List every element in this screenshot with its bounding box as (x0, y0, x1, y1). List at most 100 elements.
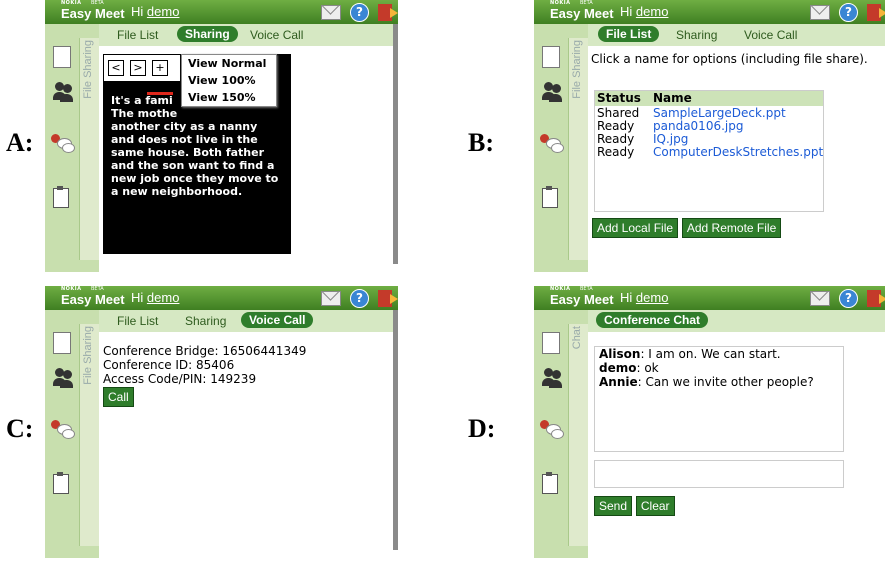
file-list-content: Click a name for options (including file… (588, 46, 885, 272)
user-link[interactable]: demo (147, 4, 180, 19)
people-icon[interactable] (542, 368, 562, 388)
sidebar: Chat (534, 310, 589, 558)
clipboard-icon[interactable] (542, 186, 558, 208)
brand-logo: NOKIA BETA Easy Meet (550, 286, 614, 307)
tab-file-list[interactable]: File List (117, 28, 158, 42)
tab-sharing[interactable]: Sharing (177, 26, 238, 42)
table-row: Ready panda0106.jpg (597, 119, 744, 133)
chat-icon[interactable] (51, 420, 75, 440)
access-code: Access Code/PIN: 149239 (103, 372, 257, 386)
document-icon[interactable] (542, 332, 560, 354)
add-local-file-button[interactable]: Add Local File (592, 218, 679, 238)
chat-log: Alison: I am on. We can start. demo: ok … (594, 346, 844, 452)
help-icon[interactable]: ? (350, 289, 369, 308)
document-icon[interactable] (53, 46, 71, 68)
exit-icon[interactable] (378, 4, 398, 21)
pointer-mark (147, 92, 173, 95)
zoom-button[interactable]: + (152, 60, 168, 76)
sidebar: File Sharing (534, 24, 589, 272)
mail-icon[interactable] (810, 5, 830, 20)
exit-icon[interactable] (378, 290, 398, 307)
mail-icon[interactable] (810, 291, 830, 306)
table-header: Status Name (595, 91, 823, 106)
table-row: Shared SampleLargeDeck.ppt (597, 106, 786, 120)
menu-item-view-150[interactable]: View 150% (182, 89, 276, 106)
help-icon[interactable]: ? (350, 3, 369, 22)
user-link[interactable]: demo (636, 290, 669, 305)
file-sharing-tab[interactable]: File Sharing (79, 38, 100, 260)
chat-icon[interactable] (540, 420, 564, 440)
tab-bar: File List Sharing Voice Call (99, 310, 398, 332)
brand-logo: NOKIA BETA Easy Meet (61, 286, 125, 307)
people-icon[interactable] (53, 368, 73, 388)
people-icon[interactable] (53, 82, 73, 102)
conference-info: Conference Bridge: 16506441349 Conferenc… (103, 344, 306, 407)
menu-item-view-normal[interactable]: View Normal (182, 55, 276, 72)
tab-sharing[interactable]: Sharing (676, 28, 717, 42)
people-icon[interactable] (542, 82, 562, 102)
call-button[interactable]: Call (103, 387, 134, 407)
send-button[interactable]: Send (594, 496, 633, 516)
chat-message: demo: ok (599, 361, 659, 375)
app-header: NOKIA BETA Easy Meet Hi demo ? (534, 0, 885, 24)
file-sharing-tab[interactable]: File Sharing (568, 38, 589, 260)
greeting: Hi demo (620, 290, 669, 305)
tab-sharing[interactable]: Sharing (185, 314, 226, 328)
slide-nav: < > + (103, 54, 181, 82)
tab-file-list[interactable]: File List (598, 26, 660, 42)
tab-bar: File List Sharing Voice Call (588, 24, 885, 46)
app-header: NOKIA BETA Easy Meet Hi demo ? (45, 286, 398, 310)
exit-icon[interactable] (867, 290, 885, 307)
mail-icon[interactable] (321, 5, 341, 20)
clipboard-icon[interactable] (53, 186, 69, 208)
mail-icon[interactable] (321, 291, 341, 306)
add-remote-file-button[interactable]: Add Remote File (681, 218, 782, 238)
tab-voice-call[interactable]: Voice Call (241, 312, 314, 328)
file-link[interactable]: SampleLargeDeck.ppt (653, 106, 786, 120)
chat-tab[interactable]: Chat (568, 324, 589, 546)
table-row: Ready ComputerDeskStretches.ppt (597, 145, 824, 159)
app-header: NOKIA BETA Easy Meet Hi demo ? (45, 0, 398, 24)
clipboard-icon[interactable] (53, 472, 69, 494)
clear-button[interactable]: Clear (635, 496, 675, 516)
panel-c-voice-call: NOKIA BETA Easy Meet Hi demo ? File Shari… (45, 286, 398, 558)
instruction-text: Click a name for options (including file… (591, 52, 868, 66)
brand-logo: NOKIA BETA Easy Meet (550, 0, 614, 21)
file-link[interactable]: panda0106.jpg (653, 119, 743, 133)
tab-file-list[interactable]: File List (117, 314, 158, 328)
scrollbar[interactable] (393, 310, 398, 550)
panel-d-chat: NOKIA BETA Easy Meet Hi demo ? Chat Confe… (534, 286, 885, 558)
bridge-number: Conference Bridge: 16506441349 (103, 344, 307, 358)
greeting: Hi demo (131, 4, 180, 19)
chat-icon[interactable] (51, 134, 75, 154)
file-link[interactable]: ComputerDeskStretches.ppt (653, 145, 823, 159)
chat-input[interactable] (594, 460, 844, 488)
chat-icon[interactable] (540, 134, 564, 154)
next-button[interactable]: > (130, 60, 146, 76)
tab-voice-call[interactable]: Voice Call (744, 28, 797, 42)
file-link[interactable]: IQ.jpg (653, 132, 688, 146)
label-c: C: (6, 414, 34, 443)
clipboard-icon[interactable] (542, 472, 558, 494)
prev-button[interactable]: < (108, 60, 124, 76)
chat-message: Alison: I am on. We can start. (599, 347, 781, 361)
scrollbar[interactable] (393, 24, 398, 264)
slide-text: It's a fami The mothe another city as a … (111, 94, 279, 198)
tab-conference-chat[interactable]: Conference Chat (596, 312, 709, 328)
label-a: A: (6, 128, 34, 157)
menu-item-view-100[interactable]: View 100% (182, 72, 276, 89)
sharing-content: It's a fami The mothe another city as a … (99, 46, 398, 272)
user-link[interactable]: demo (636, 4, 669, 19)
user-link[interactable]: demo (147, 290, 180, 305)
chat-content: Alison: I am on. We can start. demo: ok … (588, 332, 885, 558)
help-icon[interactable]: ? (839, 289, 858, 308)
help-icon[interactable]: ? (839, 3, 858, 22)
document-icon[interactable] (53, 332, 71, 354)
file-sharing-tab[interactable]: File Sharing (79, 324, 100, 546)
exit-icon[interactable] (867, 4, 885, 21)
conference-id: Conference ID: 85406 (103, 358, 235, 372)
app-header: NOKIA BETA Easy Meet Hi demo ? (534, 286, 885, 310)
document-icon[interactable] (542, 46, 560, 68)
tab-voice-call[interactable]: Voice Call (250, 28, 303, 42)
chat-message: Annie: Can we invite other people? (599, 375, 814, 389)
